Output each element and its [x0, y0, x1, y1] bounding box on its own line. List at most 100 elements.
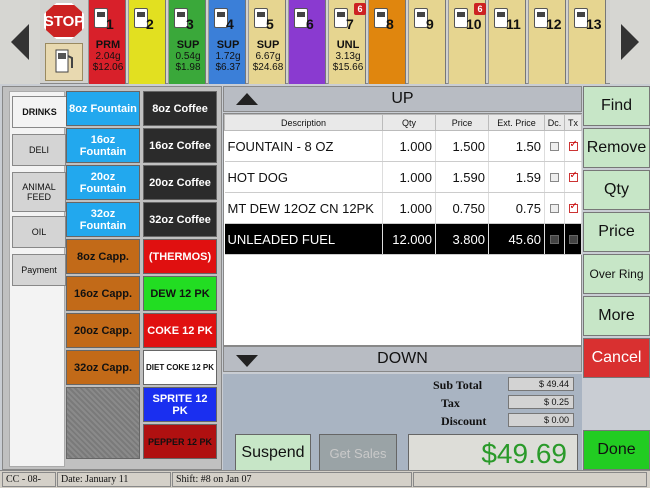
item-button[interactable]: 8oz Fountain	[66, 91, 140, 126]
date-display: Date: January 11	[57, 472, 171, 487]
pump-icon: 13	[572, 2, 604, 38]
item-button[interactable]: 8oz Coffee	[143, 91, 217, 126]
gas-pump-icon[interactable]	[45, 43, 83, 81]
item-button[interactable]: 32oz Coffee	[143, 202, 217, 237]
pump-2[interactable]: 2	[128, 0, 166, 84]
pump-info: SUP 0.54g $1.98	[169, 39, 207, 74]
more-button[interactable]: More	[583, 296, 650, 336]
item-button[interactable]: SPRITE 12 PK	[143, 387, 217, 422]
pump-gallons: 2.04g	[95, 51, 121, 62]
qty-button[interactable]: Qty	[583, 170, 650, 210]
scroll-up-button[interactable]: UP	[223, 86, 582, 112]
subtotal-label: Sub Total	[433, 378, 483, 392]
pump-6[interactable]: 6	[288, 0, 326, 84]
stop-column: STOP	[42, 0, 86, 84]
pumps-scroll-right-button[interactable]	[610, 0, 650, 84]
pump-grade: SUP	[176, 39, 200, 51]
grand-total-display: $49.69	[408, 434, 578, 474]
category-tab-payment[interactable]: Payment	[12, 254, 66, 286]
item-button[interactable]: 16oz Capp.	[66, 276, 140, 311]
pump-number: 2	[146, 16, 154, 32]
item-button[interactable]: DEW 12 PK	[143, 276, 217, 311]
table-row[interactable]: MT DEW 12OZ CN 12PK 1.000 0.750 0.75	[224, 192, 582, 224]
item-button[interactable]: COKE 12 PK	[143, 313, 217, 348]
pump-13[interactable]: 13	[568, 0, 606, 84]
pump-bar: STOP 1 PRM 2.04g $12.06 2 3 SUP 0.54g $1.98 4 SUP 1…	[0, 0, 650, 84]
table-row[interactable]: UNLEADED FUEL 12.000 3.800 45.60	[224, 223, 582, 255]
pump-info: SUP 6.67g $24.68	[249, 40, 287, 74]
category-tab-deli[interactable]: DELI	[12, 134, 66, 166]
table-row[interactable]: FOUNTAIN - 8 OZ 1.000 1.500 1.50	[224, 130, 582, 162]
down-label: DOWN	[377, 350, 428, 367]
tax-checkbox[interactable]	[568, 170, 578, 182]
done-button[interactable]: Done	[583, 430, 650, 470]
cancel-button[interactable]: Cancel	[583, 338, 650, 378]
item-button[interactable]: DIET COKE 12 PK	[143, 350, 217, 385]
item-button[interactable]: 16oz Coffee	[143, 128, 217, 163]
get-sales-button[interactable]: Get Sales	[319, 434, 397, 472]
pump-1[interactable]: 1 PRM 2.04g $12.06	[88, 0, 126, 84]
discount-checkbox[interactable]	[550, 203, 559, 213]
item-button[interactable]: 20oz Coffee	[143, 165, 217, 200]
tax-checkbox[interactable]	[568, 139, 578, 151]
category-panel: DRINKS DELI ANIMAL FEED OIL Payment 8oz Foun…	[2, 86, 222, 470]
pump-3[interactable]: 3 SUP 0.54g $1.98	[168, 0, 206, 84]
empty-slot	[66, 387, 140, 459]
item-button[interactable]: 16oz Fountain	[66, 128, 140, 163]
table-row[interactable]: HOT DOG 1.000 1.590 1.59	[224, 161, 582, 193]
pump-7[interactable]: 7 6 UNL 3.13g $15.66	[328, 0, 366, 84]
discount-checkbox[interactable]	[550, 234, 559, 244]
arrow-up-icon	[236, 93, 258, 105]
tax-cell	[564, 223, 582, 255]
item-button[interactable]: 8oz Capp.	[66, 239, 140, 274]
item-button[interactable]: PEPPER 12 PK	[143, 424, 217, 459]
item-button[interactable]: 20oz Fountain	[66, 165, 140, 200]
column-header: Dc.	[544, 114, 565, 131]
pump-4[interactable]: 4 SUP 1.72g $6.37	[208, 0, 246, 84]
category-tab-animal-feed[interactable]: ANIMAL FEED	[12, 172, 66, 212]
item-button[interactable]: 20oz Capp.	[66, 313, 140, 348]
find-button[interactable]: Find	[583, 86, 650, 126]
remove-button[interactable]: Remove	[583, 128, 650, 168]
item-button[interactable]: 32oz Fountain	[66, 202, 140, 237]
discount-checkbox[interactable]	[550, 172, 559, 182]
pump-11[interactable]: 11	[488, 0, 526, 84]
pump-icon: 5	[252, 2, 284, 38]
table-cell: 0.750	[435, 192, 489, 224]
pump-gallons: 3.13g	[335, 51, 361, 62]
suspend-button[interactable]: Suspend	[235, 434, 311, 472]
tax-checkbox[interactable]	[568, 234, 578, 244]
pump-icon: 12	[532, 2, 564, 38]
price-button[interactable]: Price	[583, 212, 650, 252]
stop-all-button[interactable]: STOP	[44, 3, 84, 39]
table-cell: 1.000	[382, 161, 436, 193]
scroll-down-button[interactable]: DOWN	[223, 346, 582, 372]
pumps-scroll-left-button[interactable]	[0, 0, 40, 84]
pump-10[interactable]: 10 6	[448, 0, 486, 84]
pump-grade: SUP	[216, 39, 240, 51]
table-cell: 1.50	[488, 130, 545, 162]
over-ring-button[interactable]: Over Ring	[583, 254, 650, 294]
pump-8[interactable]: 8	[368, 0, 406, 84]
pump-12[interactable]: 12	[528, 0, 566, 84]
pump-info: UNL 3.13g $15.66	[329, 40, 367, 74]
pump-grade: PRM	[95, 39, 121, 51]
discount-cell	[544, 161, 565, 193]
arrow-left-icon	[11, 24, 29, 60]
tax-cell	[564, 161, 582, 193]
transaction-panel: UP Description Qty Price Ext. Price Dc. Tx FO…	[223, 86, 582, 480]
pump-icon: 4	[212, 2, 244, 38]
item-button[interactable]: 32oz Capp.	[66, 350, 140, 385]
category-tab-drinks[interactable]: DRINKS	[12, 96, 66, 128]
totals-panel: Sub Total $ 49.44 Tax $ 0.25 Discount $ …	[223, 374, 582, 432]
discount-label: Discount	[441, 414, 487, 428]
pump-9[interactable]: 9	[408, 0, 446, 84]
item-button[interactable]: (THERMOS)	[143, 239, 217, 274]
pump-5[interactable]: 5 SUP 6.67g $24.68	[248, 0, 286, 84]
discount-checkbox[interactable]	[550, 141, 559, 151]
pump-icon: 1	[92, 2, 124, 38]
category-tab-oil[interactable]: OIL	[12, 216, 66, 248]
discount-value: $ 0.00	[508, 413, 574, 427]
tax-checkbox[interactable]	[568, 201, 578, 213]
table-cell: 0.75	[488, 192, 545, 224]
